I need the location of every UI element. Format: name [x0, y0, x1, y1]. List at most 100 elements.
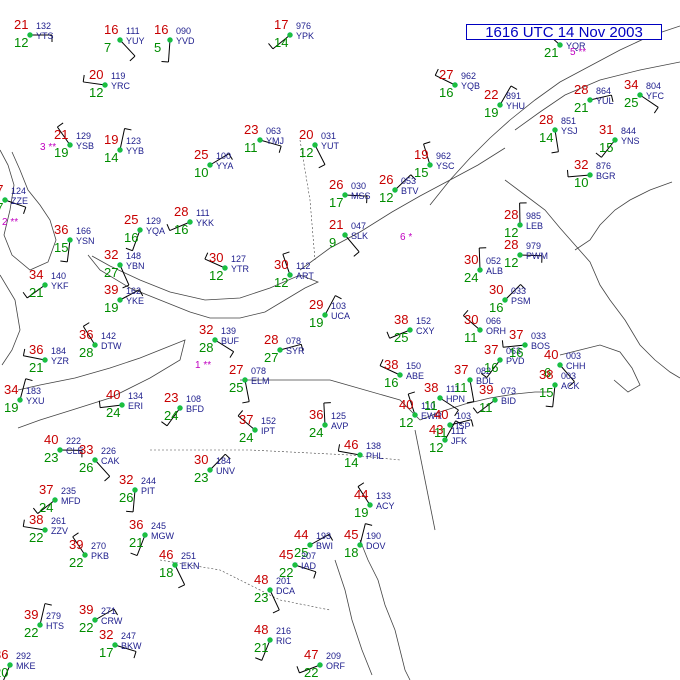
dewpoint-label: 24 — [164, 408, 178, 423]
surface-map: 21 12 132 YTS 16 7 111 YUY 16 5 090 YVD 17 14 976 YPK 20… — [0, 0, 680, 680]
dewpoint-label: 12 — [14, 35, 28, 50]
temperature-label: 47 — [304, 647, 318, 662]
temperature-label: 38 — [539, 367, 553, 382]
temperature-label: 16 — [154, 22, 168, 37]
temperature-label: 37 — [509, 327, 523, 342]
wind-barb — [545, 405, 553, 408]
pressure-label: 139 — [221, 326, 236, 336]
wind-barb — [335, 295, 342, 300]
pressure-label: 270 — [91, 541, 106, 551]
station-plot: 32 28 139BUF — [199, 322, 240, 358]
station-plot: 25 16 129YQA — [124, 212, 165, 252]
dewpoint-label: 15 — [539, 385, 553, 400]
wind-barb — [167, 39, 171, 62]
pressure-label: 962 — [436, 151, 451, 161]
dewpoint-label: 26 — [119, 490, 133, 505]
wind-barb — [408, 391, 416, 395]
pressure-label: 184 — [216, 456, 231, 466]
dewpoint-label: 12 — [504, 255, 518, 270]
dewpoint-label: 15 — [54, 240, 68, 255]
station-id-label: IPT — [261, 426, 276, 436]
dewpoint-label: 23 — [44, 450, 58, 465]
station-plot: 23 24 108BFD — [161, 390, 205, 427]
temperature-label: 34 — [29, 267, 43, 282]
temperature-label: 30 — [464, 252, 478, 267]
temperature-label: 36 — [29, 342, 43, 357]
wind-barb — [133, 651, 137, 659]
station-plot: 20 12 119YRC — [82, 67, 131, 100]
station-plot: 39 11 073BID — [472, 382, 517, 415]
dewpoint-label: 16 — [484, 360, 498, 375]
wind-barb — [129, 55, 136, 62]
station-id-label: ART — [296, 271, 314, 281]
station-plot: 38 25 152CXY — [386, 312, 435, 345]
station-id-label: MSS — [351, 191, 371, 201]
wind-barb — [337, 444, 341, 452]
pressure-label: 123 — [126, 136, 141, 146]
temperature-label: 32 — [574, 157, 588, 172]
pressure-label: 247 — [121, 631, 136, 641]
pressure-label: 976 — [296, 21, 311, 31]
wind-barb — [44, 603, 52, 606]
dewpoint-label: 21 — [254, 640, 268, 655]
station-plot: 3716033BOS — [501, 327, 550, 360]
station-plot: 34 21 140YKF — [22, 267, 69, 300]
dewpoint-label: 23 — [254, 590, 268, 605]
wind-barb — [296, 666, 300, 674]
dewpoint-label: 21 — [574, 100, 588, 115]
station-id-label: JFK — [451, 436, 467, 446]
station-plot: 32 17 247BKW — [99, 627, 142, 660]
station-plot: 25 10 100YYA — [194, 147, 233, 180]
pressure-label: 148 — [126, 251, 141, 261]
temperature-label: 38 — [384, 357, 398, 372]
temperature-label: 33 — [79, 442, 93, 457]
pressure-label: 108 — [186, 394, 201, 404]
station-id-label: ELM — [251, 376, 270, 386]
pressure-label: 235 — [61, 486, 76, 496]
pressure-label: 201 — [276, 576, 291, 586]
temperature-label: 45 — [344, 527, 358, 542]
temperature-label: 44 — [294, 527, 308, 542]
station-plot: 4023222CLE — [44, 432, 84, 465]
pressure-label: 132 — [36, 21, 51, 31]
dewpoint-label: 11 — [244, 140, 258, 155]
pressure-label: 166 — [76, 226, 91, 236]
station-plot: 39 22 279HTS — [24, 603, 64, 640]
dewpoint-label: 20 — [0, 665, 8, 680]
station-plot: 28 14 851YSJ — [539, 112, 578, 154]
dewpoint-label: 16 — [384, 375, 398, 390]
station-id-label: YSN — [76, 236, 95, 246]
station-plot: 48 23 201DCA — [254, 572, 295, 614]
temperature-label: 30 — [274, 257, 288, 272]
station-plot: 46 14 138PHL — [337, 437, 384, 470]
dewpoint-label: 21 — [29, 360, 43, 375]
station-plot: 16 5 090YVD — [154, 22, 195, 63]
pressure-label: 245 — [151, 521, 166, 531]
temperature-label: 21 — [329, 217, 343, 232]
station-id-label: PSM — [511, 296, 531, 306]
station-id-label: CXY — [416, 326, 435, 336]
station-dot — [557, 362, 563, 368]
temperature-label: 31 — [599, 122, 613, 137]
wind-barb — [466, 401, 474, 404]
station-plot: 31 15 844YNS — [595, 122, 640, 158]
dewpoint-label: 25 — [229, 380, 243, 395]
dewpoint-label: 26 — [79, 460, 93, 475]
temperature-label: 34 — [624, 77, 638, 92]
station-plot: 28 27 078SYR — [264, 332, 305, 365]
pressure-label: 183 — [26, 386, 41, 396]
pressure-label: 134 — [128, 391, 143, 401]
station-id-label: PKB — [91, 551, 109, 561]
temperature-label: 27 — [229, 362, 243, 377]
pressure-label: 103 — [456, 411, 471, 421]
station-plot: 20 12 031YUT — [299, 127, 340, 169]
station-id-label: BUF — [221, 336, 240, 346]
wind-barb — [272, 609, 280, 614]
station-plot: 38 16 150ABE — [379, 357, 424, 390]
station-id-label: YNS — [621, 136, 640, 146]
station-id-label: YMJ — [266, 136, 284, 146]
station-id-label: ABE — [406, 371, 424, 381]
pressure-label: 844 — [621, 126, 636, 136]
wind-barb — [244, 379, 250, 402]
dewpoint-label: 11 — [464, 330, 478, 345]
